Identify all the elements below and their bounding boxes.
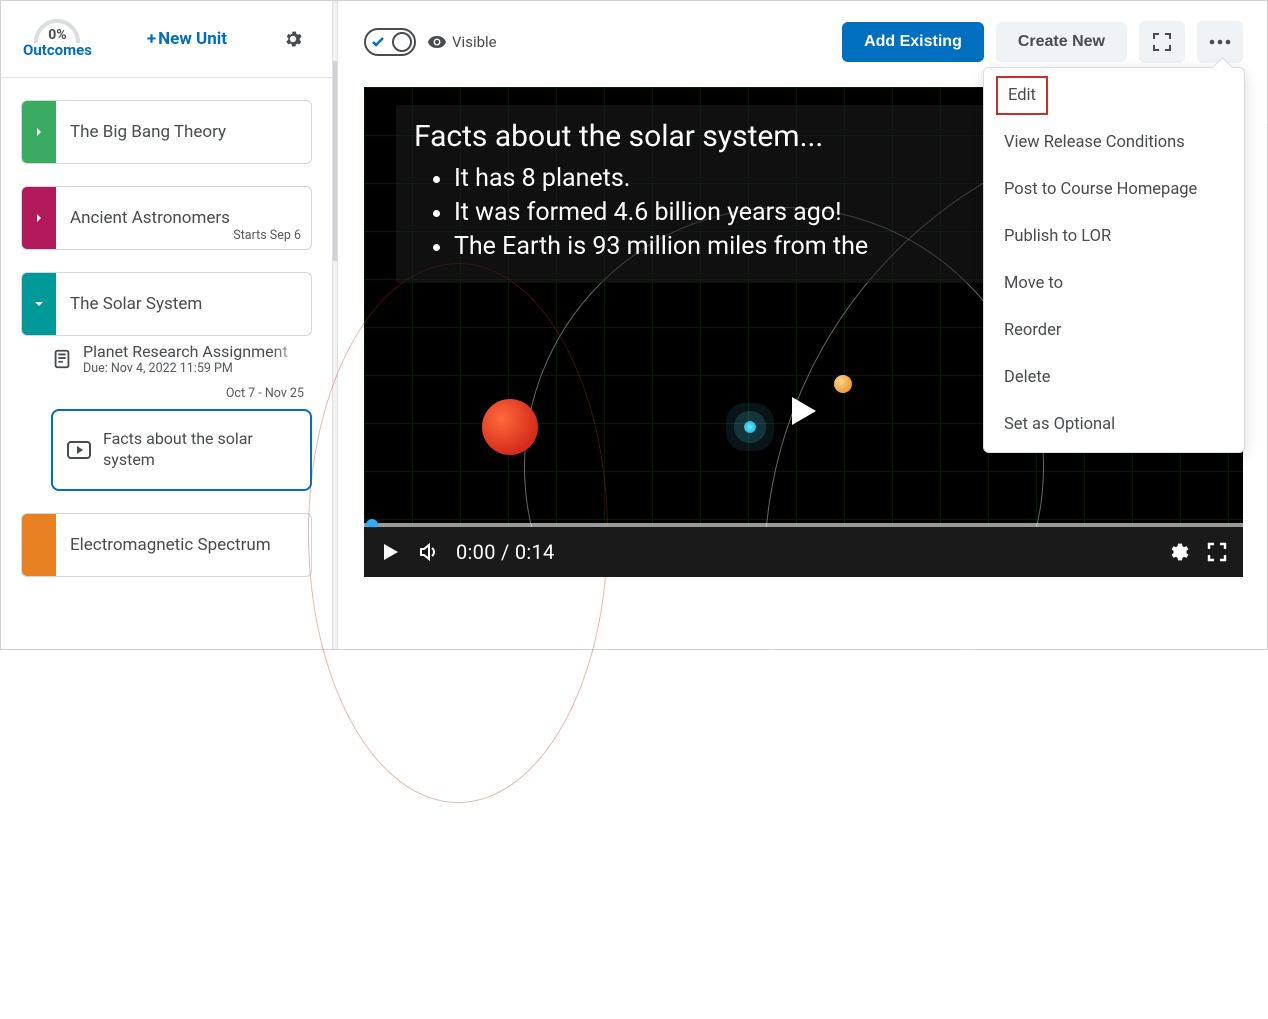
- settings-icon[interactable]: [1169, 542, 1189, 562]
- assignment-item[interactable]: Planet Research Assignment Due: Nov 4, 2…: [41, 340, 312, 380]
- fullscreen-icon[interactable]: [1207, 542, 1227, 562]
- content-item-title: Facts about the solar system: [103, 429, 296, 471]
- visible-label: Visible: [452, 33, 497, 51]
- unit-big-bang[interactable]: The Big Bang Theory: [21, 100, 312, 164]
- play-icon[interactable]: [380, 542, 400, 562]
- menu-edit[interactable]: Edit: [996, 76, 1048, 115]
- unit-em-spectrum[interactable]: Electromagnetic Spectrum: [21, 513, 312, 577]
- sidebar: 0% Outcomes + New Unit The Big Bang Theo…: [1, 1, 332, 649]
- fullscreen-button[interactable]: [1139, 21, 1185, 63]
- chevron-right-icon: [34, 127, 44, 137]
- unit-handle: [22, 187, 56, 249]
- menu-view-release-conditions[interactable]: View Release Conditions: [984, 119, 1244, 166]
- outcomes-button[interactable]: 0% Outcomes: [23, 19, 92, 59]
- unit-title: Ancient Astronomers: [70, 208, 297, 228]
- more-actions-menu: Edit View Release Conditions Post to Cou…: [983, 67, 1245, 453]
- chevron-down-icon: [34, 299, 44, 309]
- assignment-title: Planet Research Assignment: [83, 342, 304, 361]
- chevron-right-icon: [34, 213, 44, 223]
- toggle-knob: [392, 32, 412, 52]
- scrollbar-thumb[interactable]: [333, 61, 337, 261]
- visibility-label-wrap: Visible: [428, 33, 497, 51]
- add-existing-button[interactable]: Add Existing: [842, 22, 984, 62]
- menu-delete[interactable]: Delete: [984, 354, 1244, 401]
- unit-title: The Big Bang Theory: [70, 122, 297, 142]
- main-content: Visible Add Existing Create New Edit Vie…: [338, 1, 1267, 649]
- unit-subtitle: Starts Sep 6: [233, 228, 301, 243]
- menu-post-to-homepage[interactable]: Post to Course Homepage: [984, 166, 1244, 213]
- create-new-button[interactable]: Create New: [996, 22, 1127, 62]
- check-icon: [371, 35, 385, 49]
- menu-publish-to-lor[interactable]: Publish to LOR: [984, 213, 1244, 260]
- planet-decoration: [482, 399, 538, 455]
- unit-handle: [22, 514, 56, 576]
- sidebar-header: 0% Outcomes + New Unit: [1, 1, 332, 78]
- outcomes-label: Outcomes: [23, 41, 92, 59]
- more-actions-button[interactable]: [1197, 21, 1243, 63]
- plus-icon: +: [147, 29, 156, 49]
- content-item-selected[interactable]: Facts about the solar system: [51, 409, 312, 491]
- toolbar: Visible Add Existing Create New: [338, 1, 1267, 75]
- unit-list: The Big Bang Theory Ancient Astronomers …: [1, 78, 332, 649]
- menu-reorder[interactable]: Reorder: [984, 307, 1244, 354]
- video-time: 0:00 / 0:14: [456, 540, 555, 564]
- visibility-toggle[interactable]: [364, 28, 416, 56]
- document-icon: [51, 348, 73, 370]
- planet-decoration: [744, 421, 756, 433]
- planet-decoration: [834, 375, 852, 393]
- unit-solar-system[interactable]: The Solar System: [21, 272, 312, 336]
- eye-icon: [428, 35, 446, 49]
- unit-children: Planet Research Assignment Due: Nov 4, 2…: [21, 340, 312, 491]
- unit-handle: [22, 101, 56, 163]
- unit-handle: [22, 273, 56, 335]
- gauge-icon: 0%: [34, 19, 80, 43]
- play-overlay-icon[interactable]: [792, 397, 816, 425]
- menu-move-to[interactable]: Move to: [984, 260, 1244, 307]
- video-controls: 0:00 / 0:14: [364, 527, 1243, 577]
- new-unit-button[interactable]: + New Unit: [147, 29, 227, 49]
- gear-icon[interactable]: [282, 28, 304, 50]
- menu-set-as-optional[interactable]: Set as Optional: [984, 401, 1244, 448]
- ellipsis-icon: [1209, 39, 1231, 45]
- unit-title: The Solar System: [70, 294, 297, 314]
- volume-icon[interactable]: [418, 542, 438, 562]
- video-icon: [67, 441, 91, 459]
- expand-icon: [1152, 32, 1172, 52]
- unit-ancient-astronomers[interactable]: Ancient Astronomers Starts Sep 6: [21, 186, 312, 250]
- new-unit-label: New Unit: [158, 29, 227, 49]
- unit-title: Electromagnetic Spectrum: [70, 535, 297, 555]
- assignment-dates: Oct 7 - Nov 25: [41, 386, 312, 401]
- outcomes-percent: 0%: [34, 27, 80, 43]
- assignment-due: Due: Nov 4, 2022 11:59 PM: [83, 361, 304, 376]
